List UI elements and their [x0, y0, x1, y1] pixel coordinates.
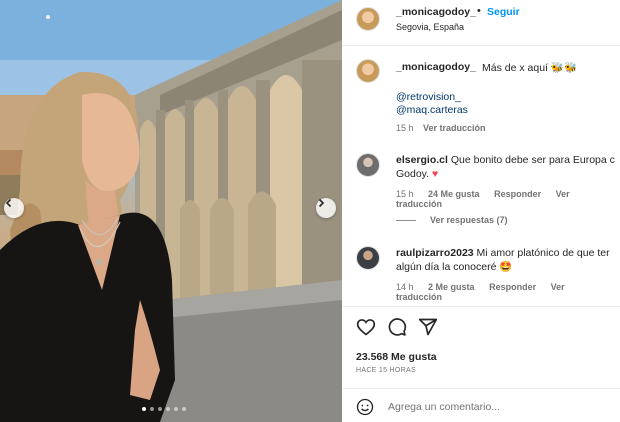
comment-text-line: Mi amor platónico de que ter	[476, 247, 610, 259]
comment-avatar[interactable]	[356, 153, 380, 177]
comment-likes[interactable]: 24 Me gusta	[428, 189, 480, 199]
comment-text-line: Que bonito debe ser para Europa c	[450, 154, 615, 166]
replies-divider	[396, 220, 416, 222]
follow-separator: •	[477, 5, 481, 17]
comment-icon[interactable]	[387, 317, 407, 337]
carousel-dot	[174, 407, 178, 411]
share-icon[interactable]	[418, 317, 438, 337]
comment-translate-link[interactable]: Ver traducción	[396, 189, 570, 209]
view-replies-label: Ver respuestas (7)	[430, 215, 508, 225]
comment-likes[interactable]: 2 Me gusta	[428, 282, 475, 292]
view-replies-button[interactable]: Ver respuestas (7)	[396, 215, 508, 225]
comment-reply-button[interactable]: Responder	[489, 282, 536, 292]
post-side-panel: _monicagodoy_ • Seguir Segovia, España _…	[342, 0, 620, 422]
comment-meta: 15 h 24 Me gusta Responder Ver traducció…	[396, 189, 620, 209]
carousel-dot	[166, 407, 170, 411]
carousel-prev-button[interactable]	[4, 198, 24, 218]
chevron-left-icon	[5, 198, 12, 208]
caption-time: 15 h	[396, 123, 414, 133]
comment-username[interactable]: elsergio.cl	[396, 154, 448, 166]
comment-meta: 14 h 2 Me gusta Responder Ver traducción	[396, 282, 620, 302]
carousel-dot	[182, 407, 186, 411]
caption-translate-link[interactable]: Ver traducción	[423, 123, 486, 133]
carousel-dot	[150, 407, 154, 411]
post-time-ago: HACE 15 HORAS	[356, 367, 416, 374]
comment-username[interactable]: raulpizarro2023	[396, 247, 474, 259]
caption-username[interactable]: _monicagodoy_	[396, 61, 476, 73]
chevron-right-icon	[318, 198, 325, 208]
likes-count[interactable]: 23.568 Me gusta	[356, 351, 437, 363]
heart-icon[interactable]	[356, 317, 376, 337]
add-comment-bar	[342, 388, 620, 422]
author-username[interactable]: _monicagodoy_	[396, 6, 476, 18]
carousel-dot	[142, 407, 146, 411]
heart-emoji: ♥	[432, 168, 439, 180]
post-photo	[0, 0, 342, 422]
follow-button[interactable]: Seguir	[487, 6, 520, 18]
comment-reply-button[interactable]: Responder	[494, 189, 541, 199]
comment-translate-link[interactable]: Ver traducción	[396, 282, 565, 302]
comment-text: elsergio.cl Que bonito debe ser para Eur…	[396, 153, 620, 181]
comment-text-line: Godoy.	[396, 168, 430, 180]
caption-text: Más de x aquí 🐝🐝	[482, 62, 578, 74]
post-actions: 23.568 Me gusta HACE 15 HORAS	[342, 306, 620, 422]
caption-mention[interactable]: @retrovision_	[396, 91, 461, 103]
post-header: _monicagodoy_ • Seguir Segovia, España	[342, 0, 620, 46]
photo-scene	[0, 0, 342, 422]
author-avatar[interactable]	[356, 7, 380, 31]
emoji-icon[interactable]	[356, 398, 374, 416]
carousel-next-button[interactable]	[316, 198, 336, 218]
carousel-dot	[158, 407, 162, 411]
comment-time: 15 h	[396, 189, 414, 199]
post-location[interactable]: Segovia, España	[396, 22, 464, 32]
comment-avatar[interactable]	[356, 246, 380, 270]
comment-time: 14 h	[396, 282, 414, 292]
caption-avatar[interactable]	[356, 59, 380, 83]
comment-text: raulpizarro2023 Mi amor platónico de que…	[396, 246, 620, 274]
comment-text-line: algún día la conoceré 🤩	[396, 261, 513, 273]
carousel-indicator	[142, 407, 186, 411]
comment-input[interactable]	[388, 397, 608, 417]
caption-mention[interactable]: @maq.carteras	[396, 104, 468, 116]
